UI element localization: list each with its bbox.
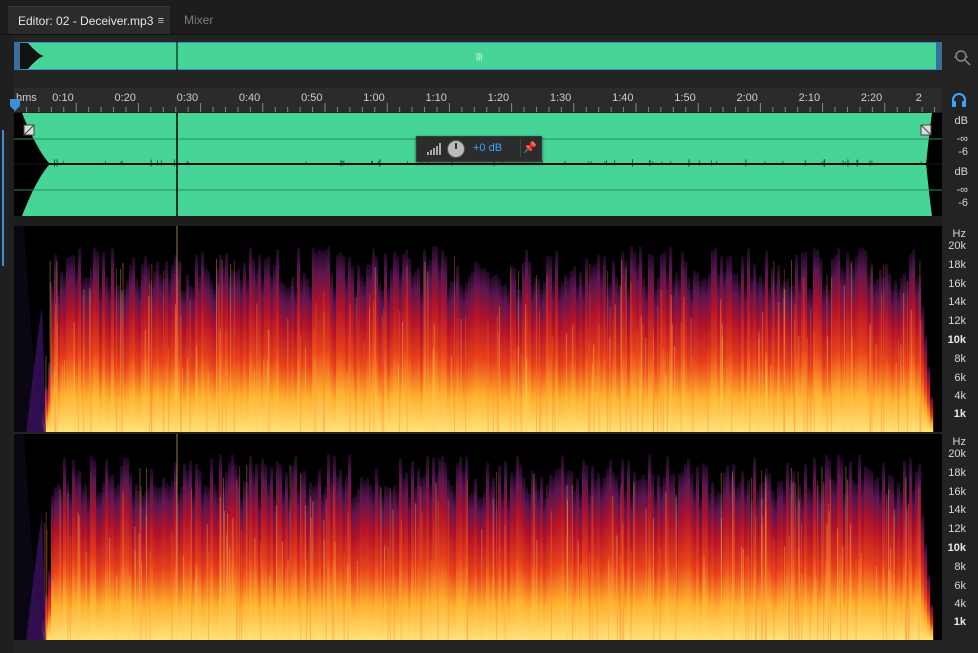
hz-label: 1k: [953, 408, 966, 421]
amplitude-scale: dB -∞ -6 dB -∞ -6: [942, 113, 978, 216]
hz-label: 16k: [948, 485, 966, 498]
editor-tab-bar: Editor: 02 - Deceiver.mp3 ≡ Mixer: [0, 0, 978, 35]
selection-indicator: [2, 130, 4, 266]
headphones-icon[interactable]: [951, 92, 967, 108]
gain-value[interactable]: +0 dB: [473, 142, 502, 154]
spectral-display-ch1[interactable]: [14, 226, 942, 432]
hz-unit-label: Hz: [952, 228, 966, 240]
db-minus6-ch2: -6: [958, 197, 968, 209]
db-unit-ch2: dB: [954, 166, 968, 178]
gain-hud[interactable]: +0 dB 📌: [416, 136, 542, 162]
db-minus6-ch1: -6: [958, 146, 968, 158]
hz-label: 18k: [948, 466, 966, 479]
ruler-tick-marks: [14, 103, 936, 112]
tab-mixer-label: Mixer: [184, 13, 214, 27]
hz-label: 4k: [954, 598, 966, 611]
overview-navigator[interactable]: |||: [14, 42, 942, 70]
overview-right-handle[interactable]: [936, 42, 942, 70]
tab-editor[interactable]: Editor: 02 - Deceiver.mp3 ≡: [8, 6, 170, 34]
left-panel-edge: [0, 34, 14, 653]
frequency-scale-ch2: Hz 20k 18k 16k 14k 12k 10k 8k 6k 4k 1k: [942, 434, 978, 640]
svg-text:|||: |||: [476, 52, 482, 61]
hz-label: 12k: [948, 315, 966, 328]
hz-label: 8k: [954, 560, 966, 573]
panel-resize-divider[interactable]: [14, 216, 942, 226]
frequency-scale-ch1: Hz 20k 18k 16k 14k 12k 10k 8k 6k 4k 1k: [942, 226, 978, 432]
hz-label: 20k: [948, 240, 966, 252]
fade-out-handle[interactable]: [920, 124, 932, 136]
hz-label: 8k: [954, 352, 966, 365]
hz-label: 1k: [953, 616, 966, 629]
time-ruler[interactable]: hms 0:10 0:20 0:30 0:40 0:50 1:00 1:10 1:20 1:30…: [14, 88, 942, 113]
hz-label: 14k: [948, 504, 966, 517]
waveform-display[interactable]: [14, 113, 942, 216]
gain-knob[interactable]: [447, 140, 465, 158]
playhead-marker[interactable]: [10, 99, 20, 111]
hz-label: 16k: [948, 277, 966, 290]
hz-unit-label: Hz: [952, 436, 966, 448]
hz-label: 20k: [948, 448, 966, 460]
hz-label: 18k: [948, 258, 966, 271]
hz-label: 4k: [954, 390, 966, 403]
db-neg-inf-ch2: -∞: [956, 184, 968, 196]
hz-label: 10k: [947, 334, 966, 346]
level-bars-icon: [427, 143, 441, 155]
panel-menu-icon[interactable]: ≡: [158, 7, 164, 35]
zoom-navigator-icon[interactable]: [952, 47, 972, 67]
hz-label: 12k: [948, 523, 966, 536]
tab-editor-label: Editor: 02 - Deceiver.mp3: [18, 14, 154, 28]
hz-label: 6k: [954, 371, 966, 384]
db-unit-ch1: dB: [954, 115, 968, 127]
db-neg-inf-ch1: -∞: [956, 133, 968, 145]
spectral-display-ch2[interactable]: [14, 434, 942, 640]
fade-in-handle[interactable]: [23, 124, 35, 136]
overview-left-handle[interactable]: [14, 42, 20, 70]
hz-label: 14k: [948, 296, 966, 309]
pin-icon[interactable]: 📌: [520, 139, 539, 157]
hz-label: 10k: [947, 542, 966, 554]
tab-mixer[interactable]: Mixer: [174, 6, 244, 34]
hz-label: 6k: [954, 579, 966, 592]
